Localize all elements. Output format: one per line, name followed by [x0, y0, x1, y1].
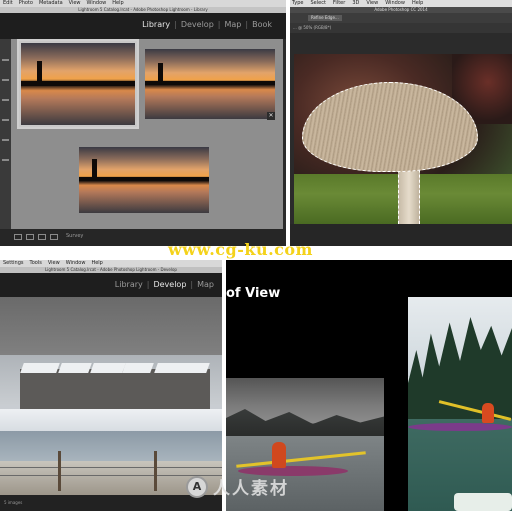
- module-library[interactable]: Library: [111, 280, 147, 289]
- watermark-url: www.cg-ku.com: [168, 240, 313, 259]
- close-icon[interactable]: ✕: [267, 112, 275, 120]
- loupe-view-icon[interactable]: [26, 234, 34, 240]
- menu-item-metadata[interactable]: Metadata: [39, 0, 63, 7]
- barn: [124, 369, 152, 409]
- mushroom-canvas[interactable]: [294, 54, 512, 224]
- sunset-photo-2[interactable]: [145, 49, 275, 119]
- survey-view: ✕: [11, 39, 283, 229]
- tower-silhouette: [36, 61, 42, 84]
- screenshot-collage: Edit Photo Metadata View Window Help Lig…: [0, 0, 512, 511]
- sunset-photo-1: [21, 43, 135, 125]
- river: [0, 431, 222, 461]
- menu-bar: Type Select Filter 3D View Window Help: [290, 0, 512, 7]
- barn: [90, 369, 124, 409]
- menu-bar: Settings Tools View Window Help: [0, 260, 222, 267]
- menu-item-edit[interactable]: Edit: [3, 0, 13, 7]
- menu-item-window[interactable]: Window: [66, 260, 86, 267]
- status-bar: [290, 224, 512, 246]
- module-map[interactable]: Map: [193, 280, 218, 289]
- module-develop[interactable]: Develop: [177, 20, 218, 29]
- snowy-roof: [90, 363, 126, 373]
- left-panel-collapsed[interactable]: [0, 39, 11, 229]
- barn: [60, 369, 90, 409]
- snowy-roof: [20, 363, 60, 373]
- menu-item-view[interactable]: View: [366, 0, 378, 7]
- treeline: [145, 81, 275, 86]
- filmstrip-count: 5 images: [4, 500, 23, 505]
- treeline: [79, 177, 209, 182]
- document-tab[interactable]: ... @ 50% (RGB/8*): [290, 23, 512, 33]
- panel-tick: [2, 159, 9, 161]
- snow-field: [0, 409, 222, 431]
- sunset-photo-3[interactable]: [79, 147, 209, 213]
- panel-tick: [2, 79, 9, 81]
- tower-silhouette: [92, 158, 98, 180]
- menu-item-tools[interactable]: Tools: [30, 260, 42, 267]
- panel-tick: [2, 59, 9, 61]
- boat-bow: [454, 493, 512, 511]
- kayaker: [272, 442, 286, 468]
- refine-edge-button[interactable]: Refine Edge...: [308, 15, 342, 21]
- module-picker: Library | Develop | Map | Book: [0, 13, 286, 39]
- panel-tick: [2, 119, 9, 121]
- barn: [20, 369, 60, 409]
- menu-item-help[interactable]: Help: [412, 0, 423, 7]
- kayaker: [482, 403, 494, 423]
- survey-cell-selected[interactable]: [17, 39, 139, 129]
- fence-post: [58, 451, 61, 491]
- menu-item-3d[interactable]: 3D: [352, 0, 359, 7]
- menu-item-settings[interactable]: Settings: [3, 260, 24, 267]
- panel-tick: [2, 139, 9, 141]
- menu-item-type[interactable]: Type: [292, 0, 303, 7]
- menu-item-window[interactable]: Window: [87, 0, 107, 7]
- module-library[interactable]: Library: [138, 20, 174, 29]
- module-map[interactable]: Map: [220, 20, 245, 29]
- menu-item-photo[interactable]: Photo: [19, 0, 33, 7]
- watermark-logo-icon: A: [186, 475, 208, 498]
- menu-item-window[interactable]: Window: [385, 0, 405, 7]
- photoshop-window: Type Select Filter 3D View Window Help A…: [290, 0, 512, 246]
- menu-item-help[interactable]: Help: [112, 0, 123, 7]
- compare-view-icon[interactable]: [38, 234, 46, 240]
- kayak: [408, 423, 512, 431]
- menu-item-view[interactable]: View: [48, 260, 60, 267]
- watermark-logo: A 人人素材: [186, 474, 289, 499]
- fence-wire: [0, 467, 222, 468]
- survey-view-icon[interactable]: [50, 234, 58, 240]
- snowy-roof: [122, 363, 154, 373]
- barn: [152, 369, 210, 409]
- module-picker: Library | Develop | Map: [0, 273, 222, 297]
- menu-bar: Edit Photo Metadata View Window Help: [0, 0, 286, 7]
- module-develop[interactable]: Develop: [149, 280, 190, 289]
- watermark-text: 人人素材: [213, 479, 289, 499]
- toolbar-mode-label: Survey: [66, 233, 84, 239]
- panel-tick: [2, 99, 9, 101]
- tower-silhouette: [158, 63, 164, 84]
- lightroom-survey-window: Edit Photo Metadata View Window Help Lig…: [0, 0, 286, 246]
- fence-post: [154, 451, 157, 491]
- slide-title: of View: [226, 286, 281, 301]
- kayak-photo-forest: [408, 297, 512, 511]
- module-book[interactable]: Book: [248, 20, 276, 29]
- menu-item-select[interactable]: Select: [310, 0, 325, 7]
- grid-view-icon[interactable]: [14, 234, 22, 240]
- menu-item-view[interactable]: View: [69, 0, 81, 7]
- snowy-roof: [58, 363, 92, 373]
- right-panel-collapsed[interactable]: [283, 39, 286, 229]
- preview-area-top: [0, 297, 222, 355]
- menu-item-filter[interactable]: Filter: [333, 0, 345, 7]
- options-bar: Refine Edge...: [290, 13, 512, 23]
- menu-item-help[interactable]: Help: [91, 260, 102, 267]
- snowy-roof: [154, 363, 210, 373]
